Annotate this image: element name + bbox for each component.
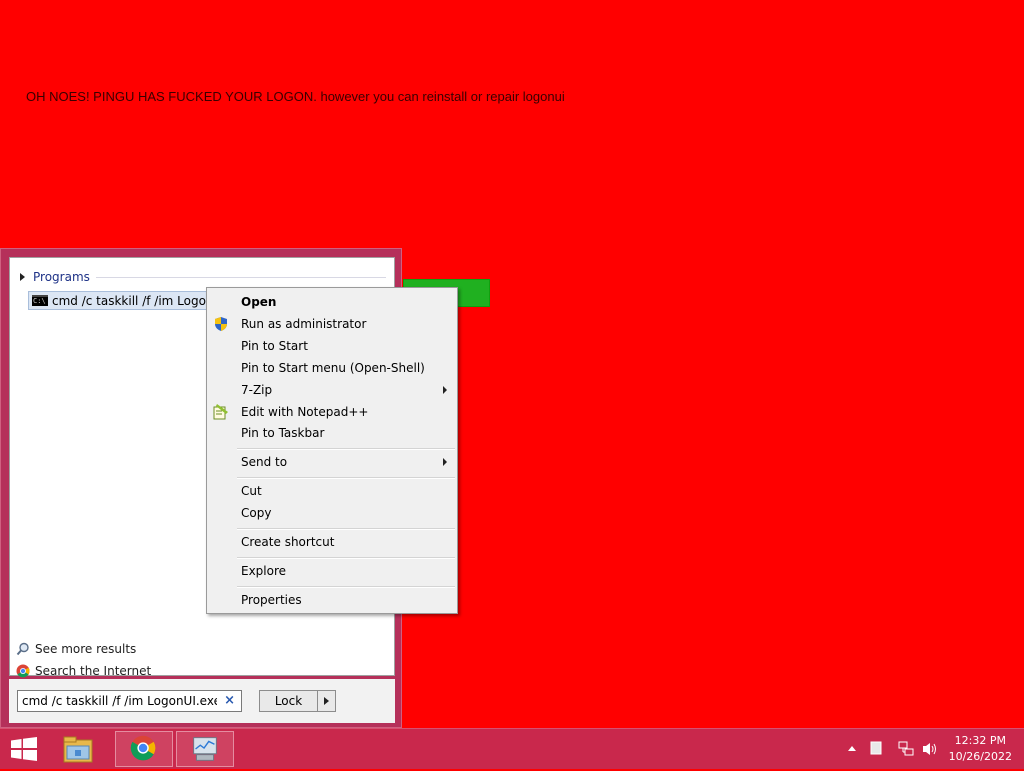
menu-item-create-shortcut[interactable]: Create shortcut xyxy=(207,531,457,553)
taskbar: 12:32 PM 10/26/2022 xyxy=(0,728,1024,769)
search-internet-link[interactable]: Search the Internet xyxy=(16,664,151,678)
clock-time: 12:32 PM xyxy=(954,734,1006,747)
menu-separator xyxy=(237,528,455,530)
file-explorer-icon xyxy=(63,736,93,763)
search-internet-label: Search the Internet xyxy=(35,664,152,678)
menu-item-create-shortcut-label: Create shortcut xyxy=(241,535,335,549)
clear-search-icon[interactable]: × xyxy=(224,693,235,708)
menu-item-run-as-admin[interactable]: Run as administrator xyxy=(207,313,457,335)
see-more-results-link[interactable]: See more results xyxy=(16,642,136,656)
menu-item-cut[interactable]: Cut xyxy=(207,480,457,502)
programs-label: Programs xyxy=(33,270,90,284)
submenu-arrow-icon xyxy=(443,458,447,466)
menu-item-properties[interactable]: Properties xyxy=(207,589,457,611)
chrome-icon xyxy=(130,735,156,761)
see-more-results-label: See more results xyxy=(35,642,137,656)
taskbar-file-explorer[interactable] xyxy=(48,731,106,767)
menu-item-run-as-admin-label: Run as administrator xyxy=(241,317,367,331)
menu-item-explore[interactable]: Explore xyxy=(207,560,457,582)
menu-item-pin-to-start[interactable]: Pin to Start xyxy=(207,335,457,357)
menu-item-open-label: Open xyxy=(241,295,277,309)
lock-button[interactable]: Lock xyxy=(260,691,318,711)
menu-item-7zip[interactable]: 7-Zip xyxy=(207,379,457,401)
chrome-icon xyxy=(16,664,30,678)
menu-item-7zip-label: 7-Zip xyxy=(241,383,273,397)
menu-item-pin-to-taskbar-label: Pin to Taskbar xyxy=(241,426,325,440)
power-button[interactable]: Lock xyxy=(259,690,336,712)
menu-separator xyxy=(237,586,455,588)
network-icon[interactable] xyxy=(898,741,914,757)
cmd-icon: C:\ xyxy=(32,295,48,306)
taskbar-monitor-app[interactable] xyxy=(176,731,234,767)
action-center-icon[interactable] xyxy=(870,741,882,755)
menu-item-send-to[interactable]: Send to xyxy=(207,451,457,473)
menu-separator xyxy=(237,477,455,479)
search-area: × Lock xyxy=(9,679,395,723)
menu-item-pin-to-start-menu[interactable]: Pin to Start menu (Open-Shell) xyxy=(207,357,457,379)
menu-item-explore-label: Explore xyxy=(241,564,287,578)
expand-arrow-icon xyxy=(20,273,25,281)
submenu-arrow-icon xyxy=(443,386,447,394)
uac-shield-icon xyxy=(215,317,227,331)
section-divider xyxy=(96,277,386,278)
monitor-app-icon xyxy=(193,737,217,761)
menu-item-pin-to-taskbar[interactable]: Pin to Taskbar xyxy=(207,422,457,444)
menu-separator xyxy=(237,448,455,450)
power-options-arrow-icon[interactable] xyxy=(324,697,329,705)
context-menu: Open Run as administrator Pin to Start P… xyxy=(206,287,458,614)
menu-item-edit-notepad[interactable]: Edit with Notepad++ xyxy=(207,401,457,423)
search-box[interactable]: × xyxy=(17,690,242,712)
menu-item-copy[interactable]: Copy xyxy=(207,502,457,524)
notepad-plus-icon xyxy=(213,404,228,420)
menu-item-cut-label: Cut xyxy=(241,484,262,498)
clock[interactable]: 12:32 PM 10/26/2022 xyxy=(949,733,1012,765)
menu-item-copy-label: Copy xyxy=(241,506,272,520)
menu-separator xyxy=(237,557,455,559)
programs-header[interactable]: Programs xyxy=(20,270,90,284)
taskbar-chrome[interactable] xyxy=(115,731,173,767)
tray-up-arrow-icon[interactable] xyxy=(848,745,856,751)
desktop-message: OH NOES! PINGU HAS FUCKED YOUR LOGON. ho… xyxy=(26,89,565,104)
menu-item-pin-to-start-menu-label: Pin to Start menu (Open-Shell) xyxy=(241,361,425,375)
search-icon xyxy=(16,642,29,656)
windows-logo-icon[interactable] xyxy=(9,737,39,761)
menu-item-pin-to-start-label: Pin to Start xyxy=(241,339,308,353)
search-input[interactable] xyxy=(22,694,217,708)
menu-item-edit-notepad-label: Edit with Notepad++ xyxy=(241,405,369,419)
volume-icon[interactable] xyxy=(922,741,938,757)
clock-date: 10/26/2022 xyxy=(948,750,1012,763)
menu-item-send-to-label: Send to xyxy=(241,455,288,469)
menu-item-properties-label: Properties xyxy=(241,593,302,607)
menu-item-open[interactable]: Open xyxy=(207,291,457,313)
